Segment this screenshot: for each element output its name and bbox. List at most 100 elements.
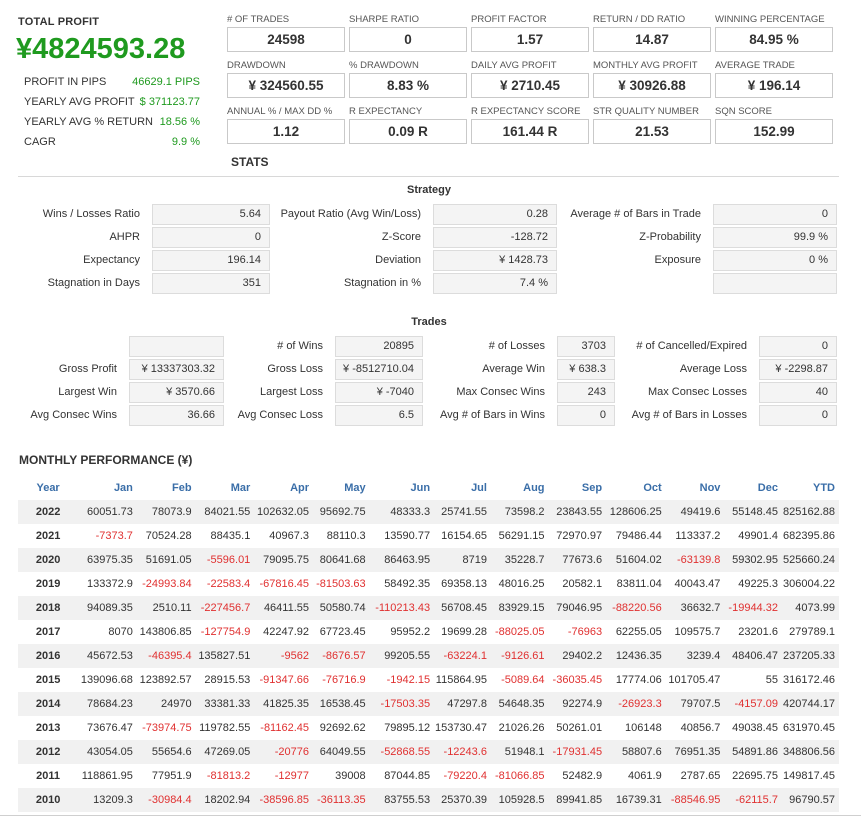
table-cell: 45672.53 <box>87 650 133 662</box>
table-cell: -17503.35 <box>380 698 431 710</box>
strategy-label: Z-Probability <box>639 231 701 243</box>
metric-daily-avg-profit: DAILY AVG PROFIT ¥ 2710.45 <box>471 60 589 98</box>
strategy-label: Wins / Losses Ratio <box>42 208 140 220</box>
table-cell: 12436.35 <box>615 650 662 662</box>
table-cell: 113337.2 <box>675 530 721 542</box>
year-cell: 2019 <box>35 578 61 590</box>
table-cell: -76963 <box>567 626 603 638</box>
total-profit-value: ¥4824593.28 <box>16 33 186 65</box>
metric-drawdown: DRAWDOWN ¥ 324560.55 <box>227 60 345 98</box>
table-cell: 3239.4 <box>686 650 721 662</box>
column-header[interactable]: Mar <box>195 476 255 500</box>
table-cell: 102632.05 <box>257 506 310 518</box>
table-cell: 77673.6 <box>562 554 603 566</box>
table-cell: -46395.4 <box>148 650 192 662</box>
table-cell: 95692.75 <box>319 506 366 518</box>
column-header[interactable]: Jun <box>369 476 435 500</box>
metric-label: R EXPECTANCY SCORE <box>471 106 581 117</box>
table-cell: 83929.15 <box>498 602 545 614</box>
table-cell: 149817.45 <box>783 770 835 782</box>
strategy-value: 0.28 <box>433 204 557 225</box>
table-cell: 54648.35 <box>498 698 545 710</box>
column-header[interactable]: May <box>313 476 370 500</box>
yearly-avg-return-row: YEARLY AVG % RETURN 18.56 % <box>24 116 200 128</box>
strategy-label: Expectancy <box>83 254 140 266</box>
column-header[interactable]: Dec <box>724 476 782 500</box>
table-cell: 143806.85 <box>139 626 192 638</box>
metric-label: DRAWDOWN <box>227 60 286 71</box>
metric-label: DAILY AVG PROFIT <box>471 60 557 71</box>
metric-value: ¥ 2710.45 <box>471 73 589 98</box>
metric-label: STR QUALITY NUMBER <box>593 106 699 117</box>
strategy-title: Strategy <box>406 184 452 196</box>
table-cell: 64049.55 <box>319 746 366 758</box>
table-cell: 24970 <box>161 698 192 710</box>
table-cell: 89941.85 <box>556 794 603 806</box>
table-cell: 48333.3 <box>390 506 431 518</box>
table-cell: -76716.9 <box>322 674 366 686</box>
table-cell: 40856.7 <box>680 722 721 734</box>
table-row: 2021 -7373.7 70524.28 88435.1 40967.3 88110.3… <box>18 524 839 548</box>
strategy-value: 7.4 % <box>433 273 557 294</box>
table-cell: 279789.1 <box>789 626 835 638</box>
metric-value: ¥ 196.14 <box>715 73 833 98</box>
table-cell: 115864.95 <box>435 674 487 686</box>
table-cell: -5089.64 <box>501 674 545 686</box>
table-cell: 51691.05 <box>145 554 192 566</box>
table-header-row: Year Jan Feb Mar Apr May Jun Jul Aug Sep… <box>18 476 839 500</box>
table-cell: 83811.04 <box>616 578 662 590</box>
column-header[interactable]: Sep <box>548 476 607 500</box>
table-cell: 825162.88 <box>783 506 835 518</box>
column-header[interactable]: Jan <box>78 476 137 500</box>
metric-value: 0 <box>349 27 467 52</box>
column-header[interactable]: YTD <box>781 476 839 500</box>
stat-value: $ 371123.77 <box>139 96 200 108</box>
stats-title: STATS <box>231 155 269 169</box>
strategy-value: 0 <box>713 204 837 225</box>
column-header[interactable]: Year <box>18 476 79 500</box>
column-header[interactable]: Oct <box>606 476 666 500</box>
table-cell: -20776 <box>274 746 310 758</box>
stat-value: 18.56 % <box>159 116 200 128</box>
table-cell: 47269.05 <box>204 746 251 758</box>
table-cell: 237205.33 <box>783 650 835 662</box>
trades-value: 243 <box>557 382 615 403</box>
column-header[interactable]: Jul <box>434 476 491 500</box>
table-cell: 59302.95 <box>732 554 778 566</box>
table-cell: 16154.65 <box>441 530 487 542</box>
table-cell: -63224.1 <box>443 650 487 662</box>
table-cell: 79895.12 <box>384 722 431 734</box>
table-cell: 25370.39 <box>441 794 487 806</box>
metric-value: 152.99 <box>715 119 833 144</box>
strategy-label: AHPR <box>109 231 140 243</box>
table-cell: 92692.62 <box>319 722 366 734</box>
table-row: 2013 73676.47 -73974.75 119782.55 -81162.45 9… <box>18 716 839 740</box>
column-header[interactable]: Aug <box>490 476 549 500</box>
table-cell: 79707.5 <box>680 698 721 710</box>
strategy-label: Z-Score <box>381 231 421 243</box>
year-cell: 2022 <box>35 506 61 518</box>
divider <box>18 176 839 177</box>
column-header[interactable]: Apr <box>254 476 314 500</box>
table-cell: -127754.9 <box>200 626 251 638</box>
stat-label: YEARLY AVG % RETURN <box>24 116 153 128</box>
year-cell: 2017 <box>35 626 61 638</box>
table-cell: -1942.15 <box>386 674 431 686</box>
metric-label: PROFIT FACTOR <box>471 14 547 25</box>
column-header[interactable]: Nov <box>665 476 725 500</box>
metric-profit-factor: PROFIT FACTOR 1.57 <box>471 14 589 52</box>
column-header[interactable]: Feb <box>136 476 196 500</box>
table-cell: 36632.7 <box>680 602 721 614</box>
trades-label: Average Win <box>482 363 545 375</box>
strategy-label: Stagnation in % <box>343 277 421 289</box>
metric-label: MONTHLY AVG PROFIT <box>593 60 698 71</box>
metric-str-quality-number: STR QUALITY NUMBER 21.53 <box>593 106 711 144</box>
strategy-value: -128.72 <box>433 227 557 248</box>
table-cell: 50261.01 <box>556 722 603 734</box>
year-cell: 2013 <box>35 722 61 734</box>
table-cell: 69358.13 <box>441 578 487 590</box>
table-cell: 96790.57 <box>789 794 835 806</box>
table-cell: 79095.75 <box>263 554 310 566</box>
trades-value: 36.66 <box>129 405 224 426</box>
table-cell: 13590.77 <box>384 530 431 542</box>
